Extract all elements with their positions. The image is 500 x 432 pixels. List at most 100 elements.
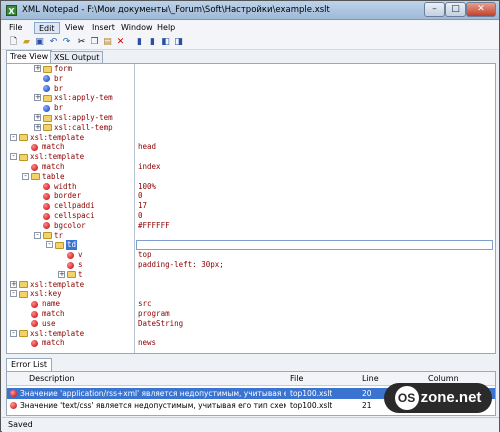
nudge-right-icon[interactable]: ◨ — [173, 36, 184, 48]
tree-node[interactable]: border — [7, 191, 134, 201]
menu-help[interactable]: Help — [153, 22, 179, 34]
tree-node[interactable]: + xsl:apply-tem — [7, 93, 134, 103]
cut-icon[interactable]: ✂ — [76, 36, 87, 48]
tree-node[interactable]: - tr — [7, 231, 134, 241]
node-value[interactable]: 0 — [138, 191, 143, 201]
tree-node[interactable]: - xsl:template — [7, 133, 134, 143]
title-bar[interactable]: X XML Notepad - F:\Мои документы\_Forum\… — [1, 1, 499, 20]
node-value[interactable]: DateString — [138, 319, 183, 329]
menu-window[interactable]: Window — [117, 22, 157, 34]
value-edit-box[interactable] — [136, 240, 493, 251]
tree-node[interactable]: + form — [7, 64, 134, 74]
tree-node[interactable]: - xsl:template — [7, 329, 134, 339]
node-value[interactable]: index — [138, 162, 161, 172]
redo-icon[interactable]: ↷ — [61, 36, 72, 48]
collapse-icon[interactable]: - — [10, 290, 17, 298]
tree-node[interactable]: use — [7, 319, 134, 329]
delete-icon[interactable]: ✕ — [115, 36, 126, 48]
collapse-icon[interactable]: - — [10, 133, 17, 141]
expand-icon[interactable]: + — [34, 123, 41, 131]
attribute-icon — [31, 143, 38, 151]
node-value[interactable]: head — [138, 142, 156, 152]
expand-icon[interactable]: + — [34, 94, 41, 102]
tree-node[interactable]: v — [7, 250, 134, 260]
attribute-icon — [31, 163, 38, 171]
tree-node[interactable]: - xsl:template — [7, 152, 134, 162]
node-value[interactable]: top — [138, 250, 152, 260]
element-icon — [19, 134, 28, 142]
tree-node[interactable]: s — [7, 260, 134, 270]
collapse-icon[interactable]: - — [10, 329, 17, 337]
tree-node[interactable]: match — [7, 142, 134, 152]
menu-edit[interactable]: Edit — [34, 22, 60, 34]
tree-node-label: name — [42, 299, 61, 309]
tree-node[interactable]: match — [7, 338, 134, 348]
node-value[interactable]: 17 — [138, 201, 147, 211]
tree-node[interactable]: + xsl:call-temp — [7, 122, 134, 133]
tree-node[interactable]: width — [7, 182, 134, 192]
column-line[interactable]: Line — [362, 372, 379, 386]
maximize-button[interactable]: □ — [445, 2, 466, 17]
tree-node[interactable]: - xsl:key — [7, 289, 134, 299]
collapse-icon[interactable]: - — [34, 231, 41, 239]
paste-icon[interactable]: ▤ — [102, 36, 113, 48]
expand-icon[interactable]: + — [34, 114, 41, 121]
tree-node-label: t — [78, 269, 83, 279]
node-value[interactable]: padding-left: 30px; — [138, 260, 224, 270]
tree-node[interactable]: br — [7, 103, 134, 113]
nudge-up-icon[interactable]: ▮ — [134, 36, 145, 48]
open-icon[interactable]: ▰ — [21, 36, 32, 48]
menu-view[interactable]: View — [61, 22, 88, 34]
new-icon[interactable]: 🗋 — [8, 36, 19, 48]
expand-icon[interactable]: + — [58, 270, 65, 278]
tree-node[interactable]: - table — [7, 172, 134, 182]
node-value[interactable]: #FFFFFF — [138, 221, 170, 231]
attribute-icon — [43, 202, 50, 210]
collapse-icon[interactable]: - — [22, 172, 29, 180]
tree-node-label: xsl:call-temp — [54, 122, 113, 132]
tree-node[interactable]: br — [7, 84, 134, 94]
minimize-button[interactable]: – — [424, 2, 445, 17]
save-icon[interactable]: ▣ — [34, 36, 45, 48]
tree-node[interactable]: cellpaddi — [7, 201, 134, 211]
expand-icon[interactable]: + — [34, 65, 41, 72]
tab-xsl-output[interactable]: XSL Output — [50, 51, 104, 63]
node-tree[interactable]: + form br br + xsl:apply-tem br + xsl:apply-tem +… — [7, 64, 135, 353]
menu-file[interactable]: File — [5, 22, 26, 34]
node-value[interactable]: news — [138, 338, 156, 348]
app-window: X XML Notepad - F:\Мои документы\_Forum\… — [0, 0, 500, 432]
menu-bar: File Edit View Insert Window Help — [2, 21, 499, 35]
menu-insert[interactable]: Insert — [88, 22, 119, 34]
node-value[interactable]: 100% — [138, 182, 156, 192]
nudge-down-icon[interactable]: ▮ — [147, 36, 158, 48]
tab-error-list[interactable]: Error List — [6, 358, 53, 371]
column-description[interactable]: Description — [29, 372, 75, 386]
tree-node[interactable]: bgcolor — [7, 221, 134, 231]
tree-node[interactable]: match — [7, 309, 134, 319]
tree-node[interactable]: + xsl:template — [7, 280, 134, 290]
tree-node[interactable]: match — [7, 162, 134, 172]
tree-node[interactable]: - td — [7, 240, 134, 251]
error-file: top100.xslt — [290, 389, 333, 398]
expand-icon[interactable]: + — [10, 280, 17, 288]
node-value[interactable]: 0 — [138, 211, 143, 221]
nudge-left-icon[interactable]: ◧ — [160, 36, 171, 48]
node-value[interactable]: program — [138, 309, 170, 319]
tree-node[interactable]: cellspaci — [7, 211, 134, 221]
column-file[interactable]: File — [290, 372, 303, 386]
tree-node-label: match — [42, 338, 65, 348]
element-icon — [31, 173, 40, 181]
tree-node[interactable]: + t — [7, 269, 134, 280]
tree-node[interactable]: br — [7, 74, 134, 84]
tree-node[interactable]: name — [7, 299, 134, 309]
close-button[interactable]: ✕ — [466, 2, 496, 17]
tab-tree-view[interactable]: Tree View — [6, 50, 53, 63]
node-value[interactable]: src — [138, 299, 152, 309]
tree-node[interactable]: + xsl:apply-tem — [7, 113, 134, 123]
copy-icon[interactable]: ❐ — [89, 36, 100, 48]
node-values[interactable]: head index 100% 0 17 0 #FFFFFF top padding-left:… — [136, 64, 495, 353]
empty-element-icon — [43, 85, 50, 93]
collapse-icon[interactable]: - — [46, 241, 53, 249]
collapse-icon[interactable]: - — [10, 153, 17, 161]
undo-icon[interactable]: ↶ — [48, 36, 59, 48]
